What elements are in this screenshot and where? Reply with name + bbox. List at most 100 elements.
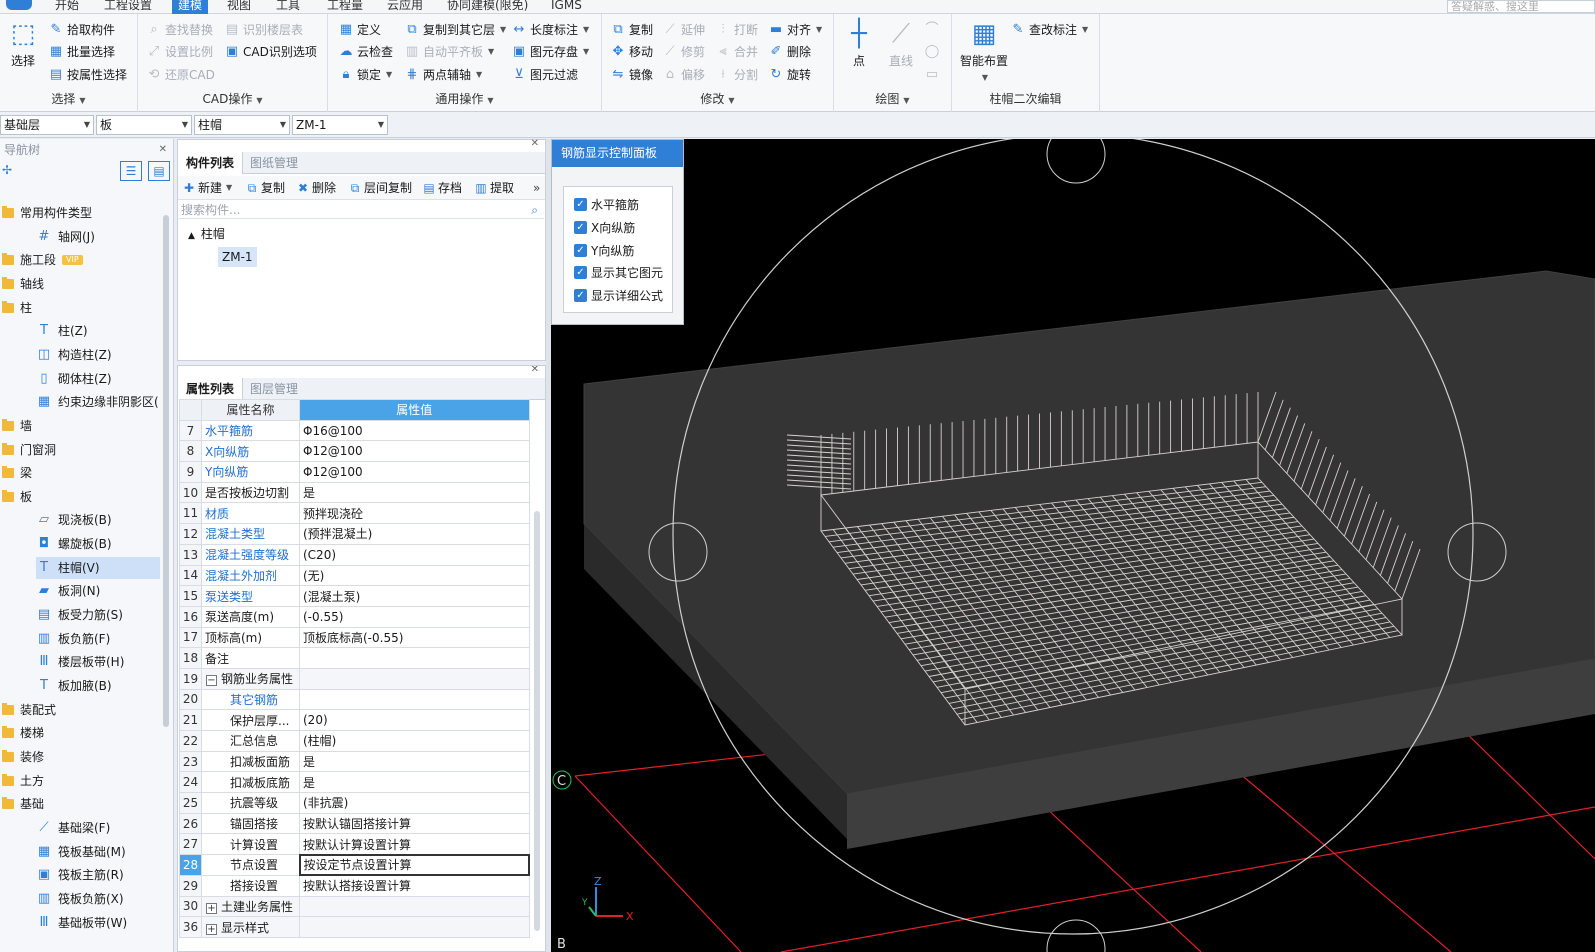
- add-icon[interactable]: ✢: [2, 163, 12, 177]
- category-select[interactable]: 板 ▼: [96, 115, 192, 135]
- nav-item[interactable]: T 柱(Z): [36, 320, 160, 342]
- circle-tool-button[interactable]: ◯: [924, 42, 940, 62]
- property-row[interactable]: 27 计算设置 按默认计算设置计算: [179, 833, 530, 856]
- menu-tab-quantity[interactable]: 工程量: [321, 0, 369, 14]
- property-value[interactable]: Φ16@100: [299, 419, 530, 442]
- nav-folder[interactable]: 施工段 VIP: [2, 249, 160, 271]
- nav-folder[interactable]: 基础: [2, 793, 160, 815]
- property-scrollbar[interactable]: [534, 511, 540, 931]
- nav-item[interactable]: ⟋ 基础梁(F): [36, 817, 160, 839]
- property-row[interactable]: 12 混凝土类型 (预拌混凝土): [179, 523, 530, 545]
- property-row[interactable]: 13 混凝土强度等级 (C20): [179, 543, 530, 566]
- checkbox-checked-icon[interactable]: ✓: [574, 265, 587, 279]
- property-value[interactable]: 是: [299, 771, 530, 794]
- nav-item[interactable]: ▤ 板受力筋(S): [36, 604, 160, 626]
- pick-component-button[interactable]: ✎ 拾取构件: [48, 20, 115, 40]
- component-search-input[interactable]: 搜索构件... ⌕: [179, 201, 544, 219]
- property-value[interactable]: (预拌混凝土): [299, 523, 530, 545]
- property-row[interactable]: 8 X向纵筋 Φ12@100: [179, 440, 530, 463]
- nav-folder[interactable]: 墙: [2, 415, 160, 437]
- property-row[interactable]: 20 其它钢筋: [179, 688, 530, 711]
- nav-item[interactable]: T 柱帽(V): [36, 556, 160, 579]
- menu-tab-start[interactable]: 开始: [49, 0, 85, 14]
- property-value[interactable]: 按默认搭接设置计算: [299, 874, 530, 897]
- property-value[interactable]: 是: [299, 481, 530, 504]
- group-title-draw[interactable]: 绘图 ▼: [834, 90, 951, 107]
- component-select[interactable]: ZM-1 ▼: [292, 115, 388, 135]
- property-value[interactable]: [299, 895, 530, 918]
- select-button[interactable]: ⬚ 选择: [6, 18, 40, 69]
- property-row[interactable]: 36 + 显示样式: [179, 916, 530, 938]
- delete-button[interactable]: ✐ 删除: [768, 42, 811, 62]
- nav-folder[interactable]: 常用构件类型: [2, 202, 160, 224]
- nav-folder[interactable]: 装配式: [2, 699, 160, 721]
- set-scale-button[interactable]: ⤢ 设置比例: [146, 42, 213, 62]
- nav-item[interactable]: ▰ 板洞(N): [36, 580, 160, 602]
- tab-component-list[interactable]: 构件列表: [178, 152, 244, 174]
- nav-item[interactable]: ▥ 板负筋(F): [36, 628, 160, 650]
- more-icon[interactable]: »: [533, 178, 540, 198]
- property-value[interactable]: 顶板底标高(-0.55): [299, 626, 530, 649]
- batch-select-button[interactable]: ▦ 批量选择: [48, 42, 115, 62]
- property-value[interactable]: 按默认计算设置计算: [299, 833, 530, 856]
- delete-component-button[interactable]: ✖ 删除: [296, 178, 336, 198]
- nav-folder[interactable]: 柱: [2, 297, 160, 319]
- group-title-common[interactable]: 通用操作 ▼: [328, 90, 601, 107]
- nav-item[interactable]: ▦ 约束边缘非阴影区(: [36, 391, 160, 413]
- extend-button[interactable]: ⟋ 延伸: [662, 20, 705, 40]
- find-replace-button[interactable]: ⌕ 查找替换: [146, 20, 213, 40]
- property-row[interactable]: 9 Y向纵筋 Φ12@100: [179, 461, 530, 483]
- tab-property-list[interactable]: 属性列表: [178, 378, 244, 400]
- nav-item[interactable]: ◘ 螺旋板(B): [36, 533, 160, 555]
- smart-layout-button[interactable]: ▦ 智能布置 ▼: [956, 18, 1012, 83]
- nav-folder[interactable]: 门窗洞: [2, 439, 160, 461]
- component-tree-item[interactable]: ZM-1: [218, 247, 257, 267]
- checkbox-checked-icon[interactable]: ✓: [574, 288, 587, 302]
- property-row[interactable]: 23 扣减板面筋是: [179, 750, 530, 773]
- 3d-viewport[interactable]: C B Z X Y: [551, 139, 1595, 952]
- nav-folder[interactable]: 轴线: [2, 273, 160, 295]
- grid-view-icon[interactable]: ▤: [148, 161, 170, 181]
- property-row[interactable]: 19− 钢筋业务属性: [179, 667, 530, 690]
- merge-button[interactable]: ⫷ 合并: [715, 42, 758, 62]
- nav-item[interactable]: ▣ 筏板主筋(R): [36, 864, 160, 886]
- option-show-other-elements[interactable]: ✓ 显示其它图元: [574, 262, 663, 282]
- nav-folder[interactable]: 楼梯: [2, 722, 160, 744]
- define-button[interactable]: ▦ 定义: [338, 20, 381, 40]
- type-select[interactable]: 柱帽 ▼: [194, 115, 290, 135]
- collapse-icon[interactable]: −: [206, 675, 217, 687]
- trim-button[interactable]: ⟋ 修剪: [662, 42, 705, 62]
- checkbox-checked-icon[interactable]: ✓: [574, 243, 587, 257]
- cloud-check-button[interactable]: ☁ 云检查: [338, 42, 394, 62]
- select-by-property-button[interactable]: ▤ 按属性选择: [48, 65, 127, 85]
- property-row[interactable]: 30 + 土建业务属性: [179, 895, 530, 918]
- nav-item[interactable]: # 轴网(J): [36, 226, 160, 248]
- option-horizontal-stirrup[interactable]: ✓ 水平箍筋: [574, 194, 639, 214]
- nav-item[interactable]: ▦ 筏板基础(M): [36, 841, 160, 863]
- menu-tab-modeling[interactable]: 建模: [172, 0, 209, 14]
- rotate-button[interactable]: ↻ 旋转: [768, 65, 811, 85]
- property-value[interactable]: (无): [299, 564, 530, 587]
- nav-item[interactable]: ▱ 现浇板(B): [36, 509, 160, 531]
- align-button[interactable]: ▬ 对齐 ▼: [768, 20, 822, 40]
- app-logo[interactable]: [6, 0, 32, 10]
- property-row[interactable]: 25 抗震等级 (非抗震): [179, 792, 530, 814]
- property-value[interactable]: (柱帽): [299, 730, 530, 752]
- copy-button[interactable]: ⧉ 复制: [610, 20, 653, 40]
- property-row[interactable]: 17 顶标高(m) 顶板底标高(-0.55): [179, 626, 530, 649]
- property-row[interactable]: 28 节点设置 按设定节点设置计算: [179, 853, 530, 877]
- property-row[interactable]: 24 扣减板底筋是: [179, 771, 530, 794]
- offset-button[interactable]: ⌂ 偏移: [662, 65, 705, 85]
- group-title-cad[interactable]: CAD操作 ▼: [138, 90, 327, 107]
- property-row[interactable]: 26 锚固搭接 按默认锚固搭接计算: [179, 812, 530, 835]
- nav-folder[interactable]: 装修: [2, 746, 160, 768]
- close-icon[interactable]: ✕: [531, 366, 539, 375]
- element-save-button[interactable]: ▣ 图元存盘 ▼: [511, 42, 589, 62]
- property-row[interactable]: 29 搭接设置 按默认搭接设置计算: [179, 874, 530, 897]
- point-button[interactable]: ┼ 点: [842, 18, 876, 69]
- menu-tab-view[interactable]: 视图: [221, 0, 257, 14]
- property-value[interactable]: (C20): [299, 543, 530, 566]
- menu-tab-collab[interactable]: 协同建模(限免): [441, 0, 534, 14]
- nav-scrollbar[interactable]: [163, 215, 169, 727]
- property-row[interactable]: 11 材质 预拌现浇砼: [179, 502, 530, 525]
